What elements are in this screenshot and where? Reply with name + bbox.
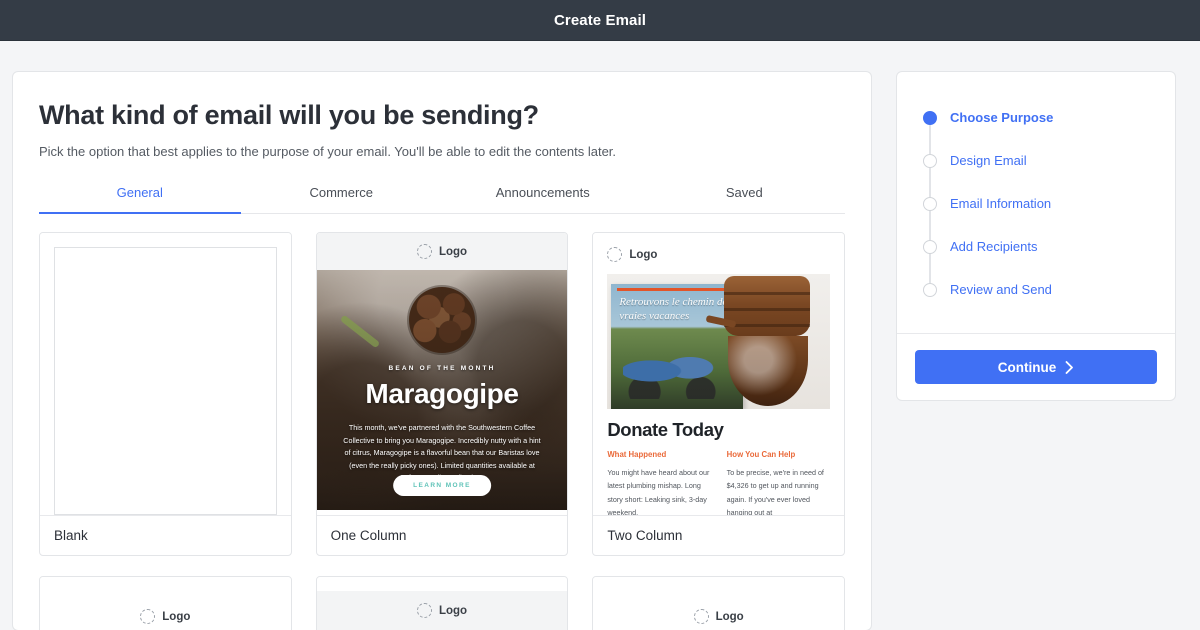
logo-label: Logo bbox=[629, 248, 658, 261]
logo-label: Logo bbox=[162, 610, 191, 623]
template-card-blank[interactable]: Blank bbox=[39, 232, 292, 556]
template-preview-two-column: Logo Retrouvons le chemin des vraies vac… bbox=[593, 233, 844, 515]
logo-circle-icon bbox=[607, 247, 623, 262]
column-subhead: How You Can Help bbox=[726, 450, 796, 459]
tab-general[interactable]: General bbox=[39, 185, 241, 214]
pot-ring-2 bbox=[724, 308, 810, 311]
step-dot-icon bbox=[923, 110, 937, 125]
template-preview-row2-1: Logo bbox=[40, 577, 291, 630]
template-preview-row2-3: Logo bbox=[593, 577, 844, 630]
step-list: Choose Purpose Design Email Email Inform… bbox=[897, 72, 1175, 333]
continue-label: Continue bbox=[997, 359, 1057, 375]
template-category-tabs: General Commerce Announcements Saved bbox=[39, 185, 845, 214]
template-card-one-column[interactable]: Logo BEAN OF THE MONTH Maragogipe This m… bbox=[315, 232, 569, 556]
donation-photo: Retrouvons le chemin des vraies vacances bbox=[607, 274, 830, 409]
step-label: Choose Purpose bbox=[950, 110, 1054, 125]
step-dot-icon bbox=[923, 196, 937, 211]
template-label-one-column: One Column bbox=[316, 515, 568, 555]
logo-label: Logo bbox=[438, 604, 468, 617]
wizard-sidebar: Choose Purpose Design Email Email Inform… bbox=[896, 71, 1176, 401]
learn-more-button[interactable]: LEARN MORE bbox=[393, 475, 491, 496]
column-subhead: What Happened bbox=[607, 450, 667, 459]
tab-commerce[interactable]: Commerce bbox=[241, 185, 443, 213]
column-what-happened: What Happened You might have heard about… bbox=[607, 450, 710, 515]
step-dot-icon bbox=[923, 239, 937, 254]
step-label: Add Recipients bbox=[950, 239, 1038, 254]
blank-canvas bbox=[54, 247, 277, 515]
logo-placeholder: Logo bbox=[317, 244, 568, 259]
step-add-recipients[interactable]: Add Recipients bbox=[923, 225, 1149, 289]
template-card-row2-3[interactable]: Logo bbox=[592, 576, 845, 630]
tab-announcements[interactable]: Announcements bbox=[442, 185, 644, 213]
continue-button[interactable]: Continue bbox=[915, 350, 1157, 384]
app-title: Create Email bbox=[553, 11, 647, 29]
logo-band: Logo bbox=[316, 591, 568, 630]
template-label-blank: Blank bbox=[40, 515, 291, 555]
hero-headline: Maragogipe bbox=[365, 378, 519, 409]
logo-label: Logo bbox=[715, 610, 744, 623]
logo-placeholder: Logo bbox=[54, 609, 277, 624]
tab-saved[interactable]: Saved bbox=[644, 185, 846, 213]
hero-image: BEAN OF THE MONTH Maragogipe This month,… bbox=[316, 270, 568, 510]
chevron-right-icon bbox=[1065, 360, 1074, 374]
column-text: You might have heard about our latest pl… bbox=[607, 468, 710, 515]
step-label: Email Information bbox=[950, 196, 1052, 211]
logo-placeholder: Logo bbox=[317, 603, 568, 618]
template-preview-blank bbox=[40, 233, 291, 515]
app-header: Create Email bbox=[0, 0, 1200, 41]
page-title: What kind of email will you be sending? bbox=[39, 100, 539, 130]
step-label: Review and Send bbox=[950, 282, 1052, 297]
hero-content: BEAN OF THE MONTH Maragogipe This month,… bbox=[317, 365, 568, 485]
step-email-information[interactable]: Email Information bbox=[923, 182, 1149, 246]
pot-body bbox=[724, 276, 810, 336]
logo-placeholder: Logo bbox=[607, 247, 830, 262]
template-grid: Blank Logo BEAN OF THE MONTH Maragogipe … bbox=[39, 232, 845, 630]
step-review-and-send[interactable]: Review and Send bbox=[923, 268, 1149, 311]
pot-ring-1 bbox=[724, 292, 810, 295]
pot-glass-bulb bbox=[728, 336, 808, 406]
template-preview-one-column: Logo BEAN OF THE MONTH Maragogipe This m… bbox=[316, 233, 568, 515]
two-column-body: What Happened You might have heard about… bbox=[607, 450, 830, 515]
page-subtitle: Pick the option that best applies to the… bbox=[39, 144, 617, 159]
donate-headline: Donate Today bbox=[607, 419, 724, 440]
hero-eyebrow: BEAN OF THE MONTH bbox=[388, 365, 496, 372]
step-dot-icon bbox=[923, 282, 937, 297]
logo-label: Logo bbox=[438, 245, 468, 258]
step-design-email[interactable]: Design Email bbox=[923, 139, 1149, 203]
logo-band: Logo bbox=[316, 233, 568, 270]
logo-circle-icon bbox=[416, 244, 432, 259]
logo-placeholder: Logo bbox=[607, 609, 830, 624]
step-choose-purpose[interactable]: Choose Purpose bbox=[923, 96, 1149, 160]
column-text: To be precise, we're in need of $4,326 t… bbox=[726, 468, 824, 515]
column-how-you-can-help: How You Can Help To be precise, we're in… bbox=[727, 450, 830, 515]
template-card-row2-2[interactable]: Logo bbox=[315, 576, 569, 630]
logo-circle-icon bbox=[693, 609, 709, 624]
coffee-pot-image bbox=[702, 274, 830, 409]
sidebar-footer: Continue bbox=[897, 333, 1175, 400]
page-body: What kind of email will you be sending? … bbox=[0, 41, 1200, 630]
step-dot-icon bbox=[923, 153, 937, 168]
pot-ring-3 bbox=[724, 324, 810, 327]
template-label-two-column: Two Column bbox=[593, 515, 844, 555]
main-panel: What kind of email will you be sending? … bbox=[12, 71, 872, 630]
template-card-row2-1[interactable]: Logo bbox=[39, 576, 292, 630]
template-card-two-column[interactable]: Logo Retrouvons le chemin des vraies vac… bbox=[592, 232, 845, 556]
logo-circle-icon bbox=[416, 603, 432, 618]
logo-circle-icon bbox=[140, 609, 156, 624]
step-label: Design Email bbox=[950, 153, 1027, 168]
template-preview-row2-2: Logo bbox=[316, 577, 568, 630]
